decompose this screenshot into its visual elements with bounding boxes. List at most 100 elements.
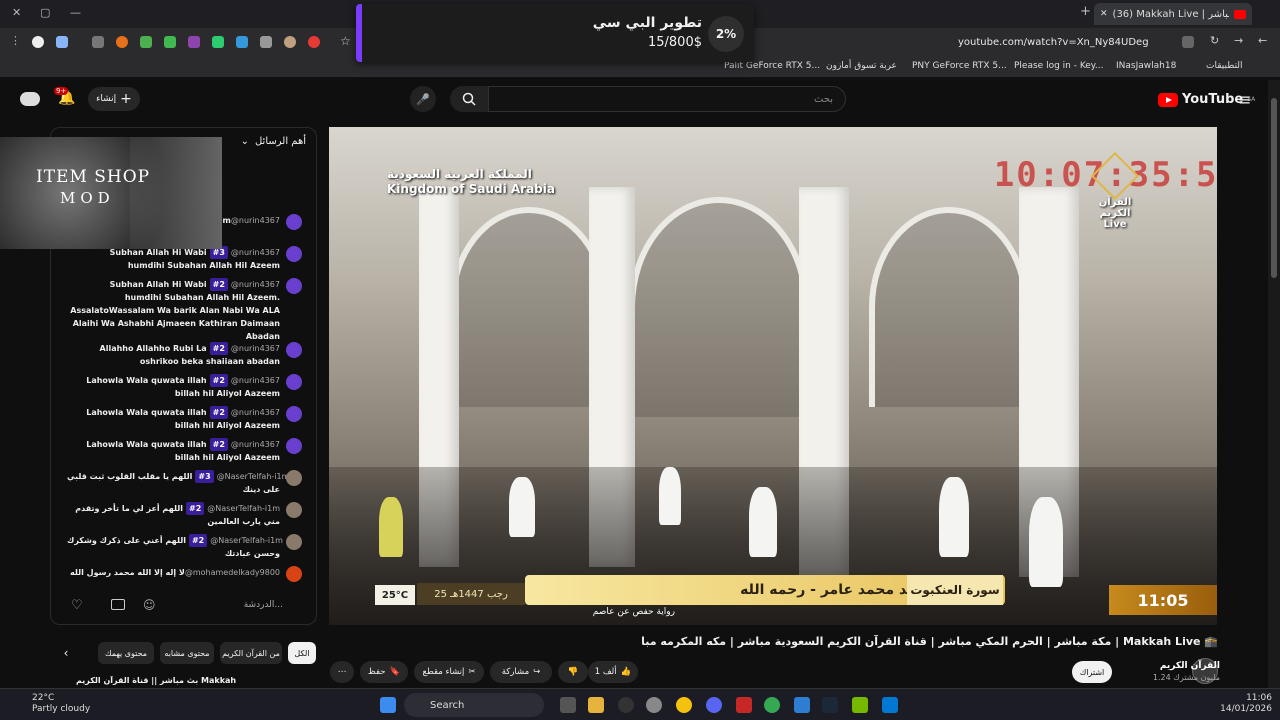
heart-icon[interactable]: ♡ (71, 598, 83, 613)
menu-dots-icon[interactable]: ⋮ (10, 34, 22, 47)
like-button[interactable]: 1 ألف 👍 (588, 661, 638, 683)
extension-avatar-icon[interactable] (284, 36, 296, 48)
chips-prev-button[interactable]: ‹ (56, 642, 76, 664)
extension-blue-icon[interactable] (236, 36, 248, 48)
more-actions-button[interactable]: ⋯ (330, 661, 354, 683)
extension-k-icon[interactable] (164, 36, 176, 48)
speaker-icon[interactable] (260, 36, 272, 48)
settings-icon[interactable] (646, 697, 662, 713)
weather-widget[interactable]: 22°C Partly cloudy (12, 693, 90, 715)
chat-author[interactable]: @nurin4367 (231, 376, 280, 385)
chat-avatar[interactable] (286, 278, 302, 294)
subscribe-button[interactable]: اشتراك (1072, 661, 1112, 683)
pilgrim (659, 467, 681, 525)
chat-author[interactable]: @mohamedelkady9800 (185, 568, 280, 577)
chat-author[interactable]: @nurin4367 (231, 440, 280, 449)
system-clock[interactable]: 11:06 14/01/2026 (1220, 693, 1272, 715)
channel-info[interactable]: القرآن الكريم 1.24 مليون مشترك (1153, 660, 1220, 684)
chat-author[interactable]: @nurin4367 (231, 344, 280, 353)
discord-icon[interactable] (706, 697, 722, 713)
bookmark-amazon-cart[interactable]: عربة تسوق أمازون (826, 61, 897, 71)
search-input[interactable]: بحث (488, 86, 846, 112)
chat-author[interactable]: @nurin4367 (231, 248, 280, 257)
emoji-icon[interactable]: ☺ (143, 598, 156, 612)
task-view-icon[interactable] (560, 697, 576, 713)
back-icon[interactable]: ← (1258, 34, 1270, 47)
chat-author[interactable]: @nurin4367 (231, 408, 280, 417)
forward-icon[interactable]: → (1234, 34, 1246, 47)
bookmark-star-icon[interactable]: ☆ (340, 34, 352, 48)
chat-avatar[interactable] (286, 406, 302, 422)
chat-input[interactable]: الدردشة... (244, 600, 283, 610)
hamburger-menu-icon[interactable]: ≡ (1238, 90, 1251, 109)
extension-icon[interactable] (56, 36, 68, 48)
chrome-icon[interactable] (676, 697, 692, 713)
app-red-icon[interactable] (736, 697, 752, 713)
app-icon[interactable] (618, 697, 634, 713)
nvidia-icon[interactable] (852, 697, 868, 713)
chat-author[interactable]: @NaserTelfah-i1m (207, 504, 280, 513)
extension-purple-icon[interactable] (188, 36, 200, 48)
chat-avatar[interactable] (286, 214, 302, 230)
bookmark-palit-rtx[interactable]: Palit GeForce RTX 5... (724, 61, 820, 71)
extension-kick-icon[interactable] (212, 36, 224, 48)
reload-icon[interactable]: ↻ (1210, 34, 1222, 47)
chat-avatar[interactable] (286, 342, 302, 358)
chat-avatar[interactable] (286, 374, 302, 390)
profile-avatar-icon[interactable] (32, 36, 44, 48)
money-icon[interactable] (111, 599, 125, 610)
restore-icon[interactable]: ▢ (40, 6, 50, 19)
chat-avatar[interactable] (286, 246, 302, 262)
chrome-profile-icon[interactable] (764, 697, 780, 713)
up-next-item[interactable]: بث مباشر || قناة القرآن الكريم Makkah (76, 676, 316, 688)
bookmark-apps[interactable]: التطبيقات (1206, 61, 1243, 71)
app-blue-icon[interactable] (882, 697, 898, 713)
chip-all[interactable]: الكل (288, 642, 316, 664)
extension-green-icon[interactable] (140, 36, 152, 48)
steam-icon[interactable] (822, 697, 838, 713)
chat-avatar[interactable] (286, 534, 302, 550)
chat-author[interactable]: @NaserTelfah-i1m (210, 536, 283, 545)
chat-message-line: billah hil Aliyol Aazeem (174, 421, 280, 430)
video-player[interactable]: المملكة العربية السعودية Kingdom of Saud… (329, 127, 1217, 625)
minimize-icon[interactable]: ✕ (12, 6, 21, 19)
dislike-button[interactable]: 👎 (558, 661, 588, 683)
site-settings-icon[interactable] (1182, 36, 1194, 48)
account-avatar-icon[interactable] (20, 92, 40, 106)
chat-author[interactable]: @NaserTelfah-i1m (217, 472, 290, 481)
chat-avatar[interactable] (286, 470, 302, 486)
chip-quran[interactable]: من القرآن الكريم (220, 642, 282, 664)
search-button[interactable] (450, 86, 488, 112)
save-button[interactable]: حفظ 🔖 (360, 661, 408, 683)
tab-makkah-live[interactable]: ✕ (36) Makkah Live | مكة مباشر (1094, 3, 1252, 25)
page-scrollbar[interactable] (1268, 80, 1280, 688)
chat-header[interactable]: ⌄ أهم الرسائل (241, 136, 306, 147)
create-button[interactable]: إنشاء + (88, 87, 140, 111)
address-bar[interactable]: youtube.com/watch?v=Xn_Ny84UDeg (958, 32, 1198, 52)
window-minimize-icon[interactable]: — (70, 6, 81, 19)
clip-button[interactable]: إنشاء مقطع ✂ (414, 661, 484, 683)
voice-search-button[interactable]: 🎤 (410, 86, 436, 112)
chat-avatar[interactable] (286, 566, 302, 582)
chat-message-line: لا إله إلا الله محمد رسول الله@mohamedel… (67, 566, 280, 579)
chip-similar[interactable]: محتوى مشابه (160, 642, 214, 664)
extensions-puzzle-icon[interactable] (92, 36, 104, 48)
taskbar-search[interactable]: Search (404, 693, 544, 717)
chat-author[interactable]: @nurin4367 (231, 280, 280, 289)
bookmark-key-login[interactable]: Please log in - Key... (1014, 61, 1103, 71)
bookmark-inasjawlah[interactable]: INasJawlah18 (1116, 61, 1176, 71)
chat-author[interactable]: @nurin4367 (231, 216, 280, 225)
new-tab-icon[interactable]: + (1080, 4, 1091, 19)
chat-avatar[interactable] (286, 502, 302, 518)
edge-icon[interactable] (794, 697, 810, 713)
extension-orange-icon[interactable] (116, 36, 128, 48)
chip-for-you[interactable]: محتوى يهمك (98, 642, 154, 664)
windows-start-icon[interactable] (380, 697, 396, 713)
share-button[interactable]: مشاركة ↪ (490, 661, 552, 683)
close-tab-icon[interactable]: ✕ (1100, 9, 1108, 19)
chat-avatar[interactable] (286, 438, 302, 454)
scrollbar-thumb[interactable] (1271, 98, 1277, 278)
extension-red-icon[interactable] (308, 36, 320, 48)
file-explorer-icon[interactable] (588, 697, 604, 713)
bookmark-pny-rtx[interactable]: PNY GeForce RTX 5... (912, 61, 1007, 71)
